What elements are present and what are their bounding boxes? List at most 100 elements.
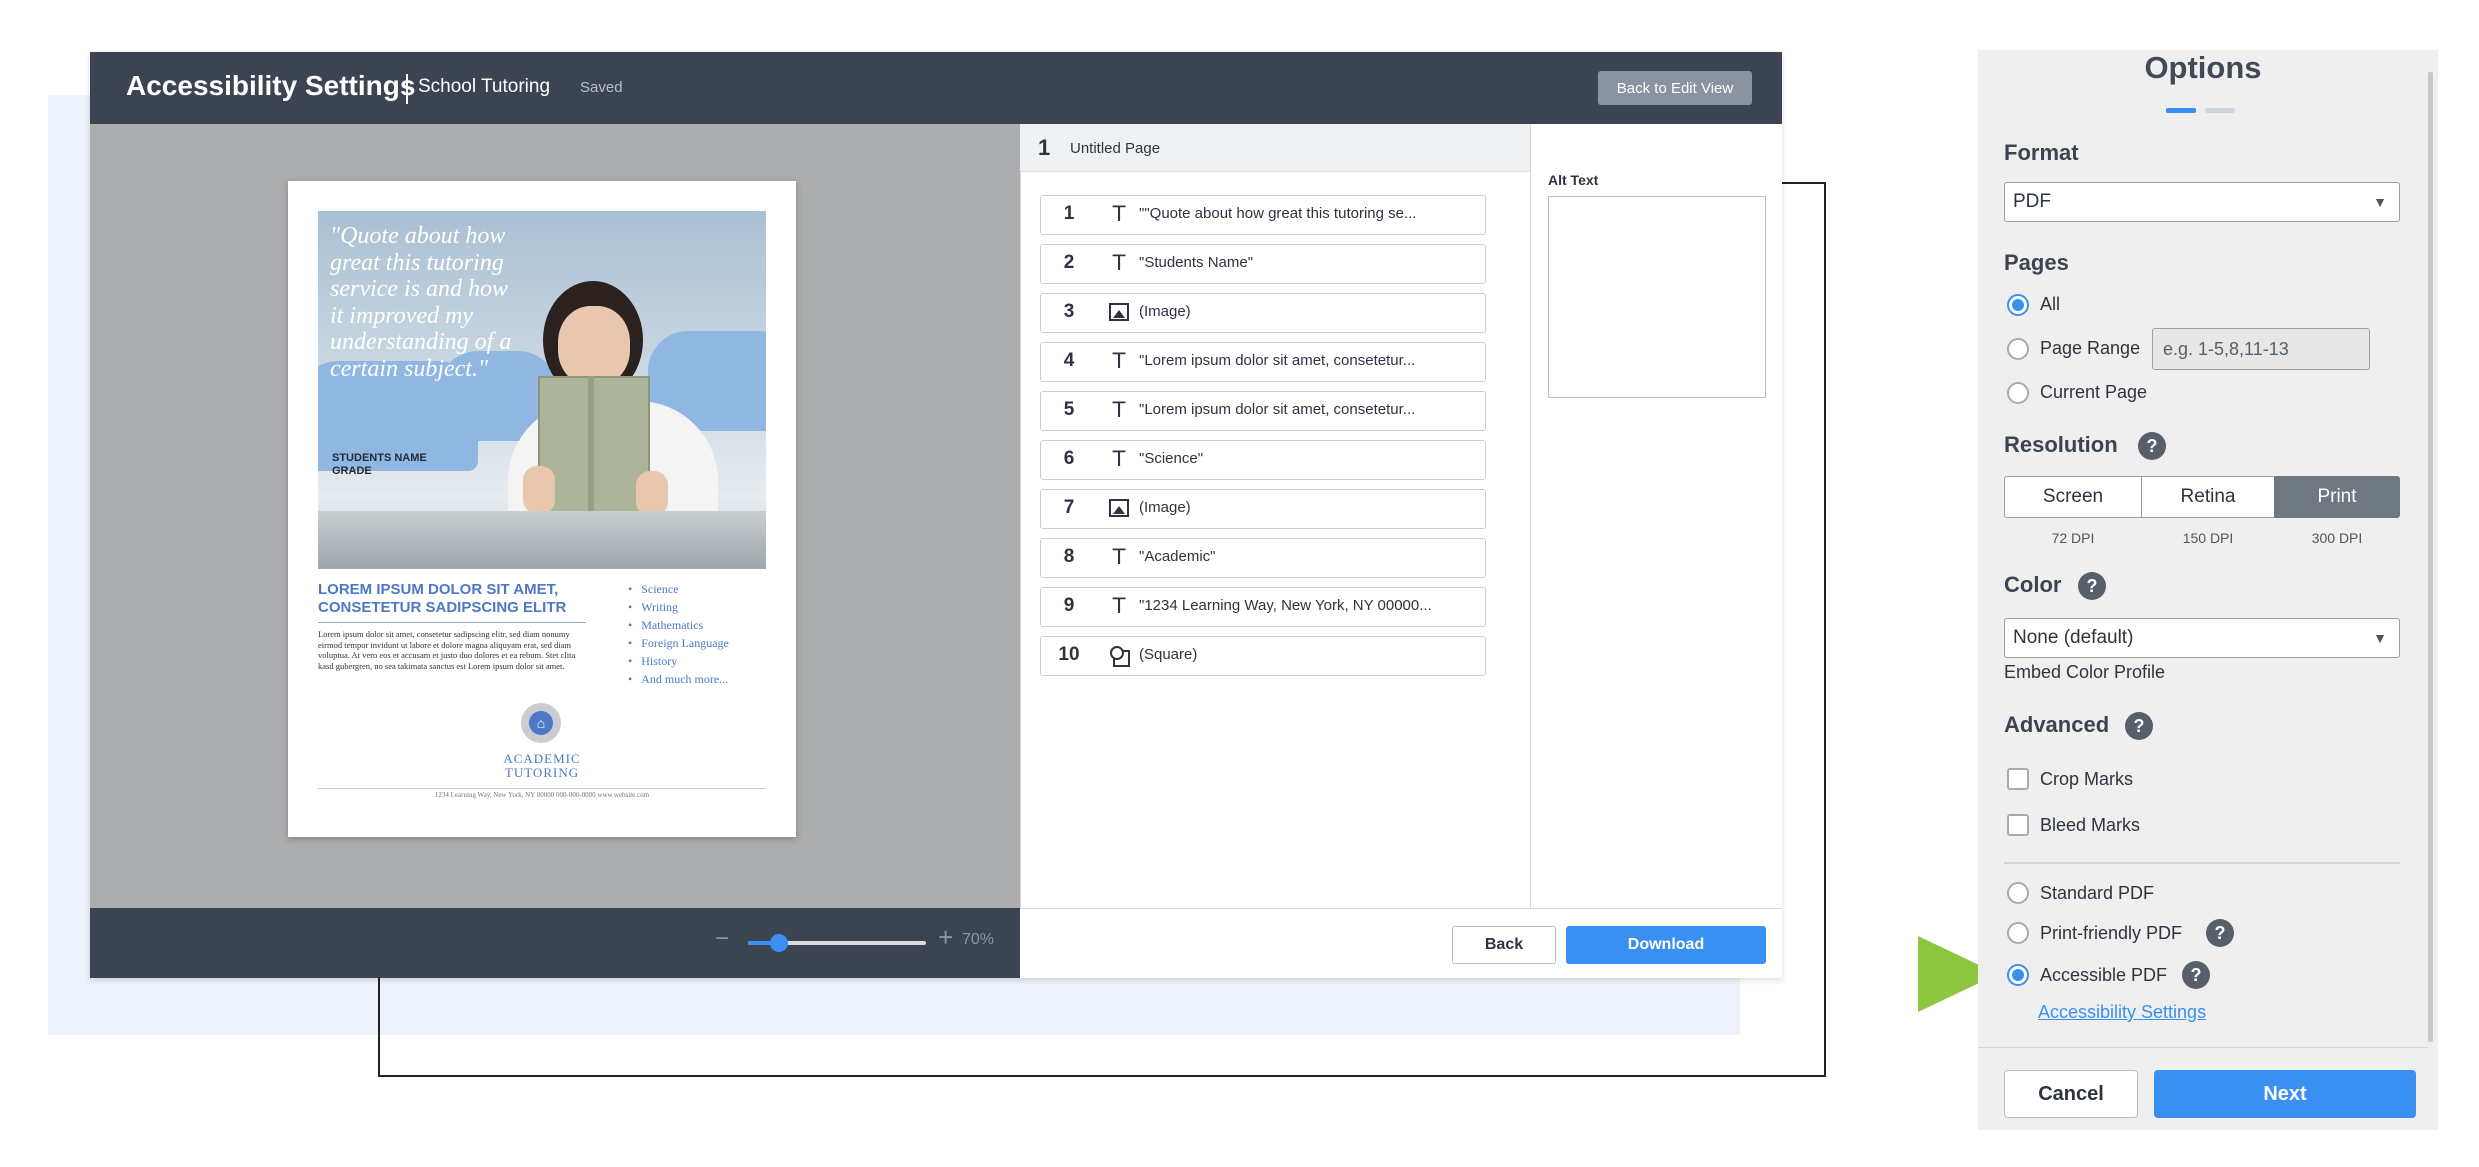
- options-divider: [2004, 862, 2400, 864]
- element-number: 2: [1063, 252, 1075, 273]
- options-footer-divider: [1978, 1047, 2428, 1048]
- list-item: History: [628, 652, 729, 670]
- resolution-print-button[interactable]: Print: [2274, 476, 2400, 518]
- color-help-icon[interactable]: ?: [2078, 572, 2106, 600]
- image-icon: [1109, 303, 1129, 321]
- page-title: Accessibility Settings: [126, 70, 416, 101]
- element-number: 1: [1063, 203, 1075, 224]
- element-number: 10: [1058, 644, 1080, 665]
- element-number: 7: [1063, 497, 1075, 518]
- print-friendly-help-icon[interactable]: ?: [2206, 919, 2234, 947]
- accessible-pdf-radio[interactable]: [2007, 964, 2029, 986]
- zoom-out-icon[interactable]: −: [715, 925, 729, 953]
- advanced-help-icon[interactable]: ?: [2125, 712, 2153, 740]
- text-icon: T: [1112, 202, 1126, 226]
- poster-quote: "Quote about how great this tutoring ser…: [330, 223, 512, 382]
- resolution-screen-button[interactable]: Screen: [2004, 476, 2142, 518]
- standard-pdf-label: Standard PDF: [2040, 883, 2155, 903]
- poster-subject-list: Science Writing Mathematics Foreign Lang…: [628, 580, 729, 688]
- page-range-input[interactable]: e.g. 1-5,8,11-13: [2152, 328, 2370, 370]
- zoom-in-icon[interactable]: +: [938, 922, 953, 953]
- element-label: "Lorem ipsum dolor sit amet, consetetur.…: [1139, 401, 1416, 418]
- alt-text-label: Alt Text: [1548, 172, 1599, 188]
- color-value: None (default): [2013, 627, 2134, 648]
- accessibility-window: Accessibility Settings School Tutoring S…: [90, 52, 1782, 978]
- page-range-label: Page Range: [2040, 338, 2141, 358]
- element-row[interactable]: 3 (Image): [1040, 293, 1486, 333]
- print-friendly-pdf-radio[interactable]: [2007, 922, 2029, 944]
- retina-dpi: 150 DPI: [2182, 530, 2234, 546]
- bleed-marks-checkbox[interactable]: [2007, 814, 2029, 836]
- element-row[interactable]: 9 T "1234 Learning Way, New York, NY 000…: [1040, 587, 1486, 627]
- student-hand: [636, 471, 668, 516]
- poster-divider: [318, 622, 586, 623]
- element-row[interactable]: 2 T "Students Name": [1040, 244, 1486, 284]
- accessible-pdf-help-icon[interactable]: ?: [2182, 961, 2210, 989]
- element-label: (Image): [1139, 499, 1191, 516]
- pages-all-radio[interactable]: [2007, 294, 2029, 316]
- back-to-edit-button[interactable]: Back to Edit View: [1598, 71, 1752, 105]
- text-icon: T: [1112, 398, 1126, 422]
- poster-footer-divider: [318, 788, 766, 789]
- zoom-slider-handle[interactable]: [770, 934, 788, 952]
- cancel-button[interactable]: Cancel: [2004, 1070, 2138, 1118]
- download-button[interactable]: Download: [1566, 926, 1766, 964]
- element-label: "Students Name": [1139, 254, 1254, 271]
- pages-heading: Pages: [2004, 250, 2069, 275]
- student-face: [558, 306, 630, 386]
- next-button[interactable]: Next: [2154, 1070, 2416, 1118]
- resolution-retina-button[interactable]: Retina: [2141, 476, 2275, 518]
- element-label: "Science": [1139, 450, 1204, 467]
- element-number: 9: [1063, 595, 1075, 616]
- page-name: Untitled Page: [1070, 140, 1161, 157]
- color-select[interactable]: None (default) ▼: [2004, 618, 2400, 658]
- element-row[interactable]: 1 T ""Quote about how great this tutorin…: [1040, 195, 1486, 235]
- element-number: 8: [1063, 546, 1075, 567]
- element-row[interactable]: 5 T "Lorem ipsum dolor sit amet, consete…: [1040, 391, 1486, 431]
- print-dpi: 300 DPI: [2311, 530, 2363, 546]
- save-status: Saved: [580, 79, 623, 96]
- advanced-heading: Advanced: [2004, 712, 2110, 737]
- student-hand: [523, 466, 555, 514]
- page-number: 1: [1038, 135, 1051, 160]
- current-page-label: Current Page: [2040, 382, 2148, 402]
- list-item: Science: [628, 580, 729, 598]
- alt-text-field[interactable]: [1548, 196, 1766, 398]
- crop-marks-checkbox[interactable]: [2007, 768, 2029, 790]
- page-range-radio[interactable]: [2007, 338, 2029, 360]
- element-number: 5: [1063, 399, 1075, 420]
- resolution-heading: Resolution: [2004, 432, 2118, 457]
- zoom-level: 70%: [962, 931, 995, 948]
- chevron-down-icon: ▼: [2373, 630, 2387, 646]
- element-row[interactable]: 6 T "Science": [1040, 440, 1486, 480]
- poster-footer: 1234 Learning Way, New York, NY 00000 00…: [434, 791, 650, 799]
- element-number: 4: [1063, 350, 1075, 371]
- title-separator: [406, 74, 408, 104]
- book: [538, 376, 650, 526]
- logo-text: TUTORING: [504, 765, 580, 780]
- chevron-down-icon: ▼: [2373, 194, 2387, 210]
- accessibility-settings-link[interactable]: Accessibility Settings: [2038, 1002, 2206, 1023]
- back-button[interactable]: Back: [1452, 926, 1556, 964]
- color-heading: Color: [2004, 572, 2062, 597]
- element-label: ""Quote about how great this tutoring se…: [1139, 205, 1417, 222]
- element-row[interactable]: 4 T "Lorem ipsum dolor sit amet, consete…: [1040, 342, 1486, 382]
- element-row[interactable]: 10 (Square): [1040, 636, 1486, 676]
- list-item: And much more...: [628, 670, 729, 688]
- current-page-radio[interactable]: [2007, 382, 2029, 404]
- standard-pdf-radio[interactable]: [2007, 882, 2029, 904]
- screen-dpi: 72 DPI: [2051, 530, 2095, 546]
- resolution-help-icon[interactable]: ?: [2138, 432, 2166, 460]
- text-icon: T: [1112, 447, 1126, 471]
- format-select[interactable]: PDF ▼: [2004, 182, 2400, 222]
- element-row[interactable]: 8 T "Academic": [1040, 538, 1486, 578]
- element-label: "1234 Learning Way, New York, NY 00000..…: [1139, 597, 1432, 614]
- book-spine: [588, 376, 594, 526]
- element-row[interactable]: 7 (Image): [1040, 489, 1486, 529]
- options-scrollbar[interactable]: [2428, 72, 2433, 1042]
- text-icon: T: [1112, 349, 1126, 373]
- poster-preview: "Quote about how great this tutoring ser…: [288, 181, 796, 837]
- format-value: PDF: [2013, 191, 2051, 212]
- desk: [318, 511, 766, 569]
- print-friendly-pdf-label: Print-friendly PDF: [2040, 923, 2183, 943]
